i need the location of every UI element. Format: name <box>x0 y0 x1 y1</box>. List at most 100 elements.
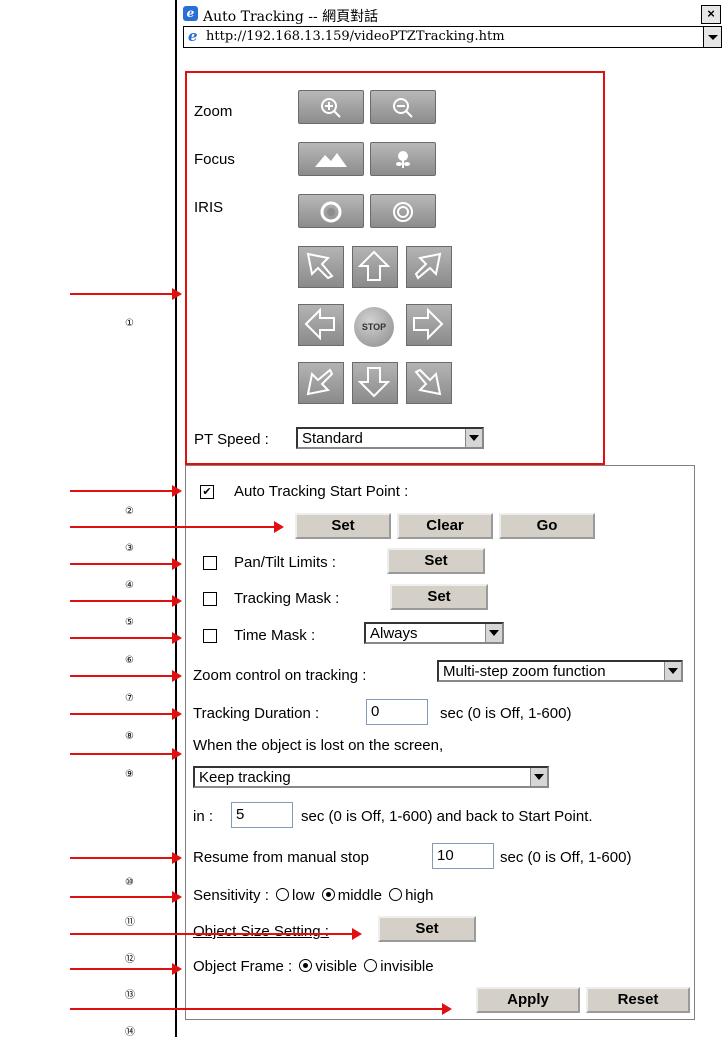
annotation-arrow <box>70 595 182 607</box>
pan-tilt-set-button[interactable]: Set <box>387 548 485 574</box>
tracking-mask-set-button[interactable]: Set <box>390 584 488 610</box>
focus-far-button[interactable] <box>298 142 364 176</box>
apply-button[interactable]: Apply <box>476 987 580 1013</box>
tracking-mask-label: Tracking Mask : <box>234 590 340 607</box>
chevron-down-icon <box>465 429 482 447</box>
address-dropdown-button[interactable] <box>703 27 721 47</box>
annotation-arrow <box>70 852 182 864</box>
iris-close-button[interactable] <box>298 194 364 228</box>
marker: ⑫ <box>125 954 135 965</box>
in-hint: sec (0 is Off, 1-600) and back to Start … <box>301 808 593 825</box>
sensitivity-label: Sensitivity : <box>193 887 269 904</box>
pan-down-right-button[interactable] <box>406 362 452 404</box>
resume-input[interactable]: 10 <box>432 843 494 869</box>
time-mask-value: Always <box>370 625 418 642</box>
close-button[interactable]: × <box>701 5 721 24</box>
chevron-down-icon <box>485 624 502 642</box>
lost-label: When the object is lost on the screen, <box>193 737 444 754</box>
sensitivity-low-radio[interactable] <box>276 888 290 901</box>
arrow-right-icon <box>413 308 444 340</box>
arrow-down-icon <box>358 367 390 398</box>
pt-speed-value: Standard <box>302 430 363 447</box>
pt-speed-select[interactable]: Standard <box>296 427 484 449</box>
frame-visible-radio[interactable] <box>299 959 313 972</box>
pan-left-button[interactable] <box>298 304 344 346</box>
pan-tilt-checkbox[interactable] <box>203 556 217 570</box>
marker: ⑪ <box>125 917 135 928</box>
iris-label: IRIS <box>194 199 224 216</box>
pan-down-button[interactable] <box>352 362 398 404</box>
object-size-set-button[interactable]: Set <box>378 916 476 942</box>
pan-down-left-button[interactable] <box>298 362 344 404</box>
annotation-arrow <box>70 521 284 533</box>
tracking-mask-checkbox[interactable] <box>203 592 217 606</box>
mountain-icon <box>315 153 347 167</box>
frame-invisible-label: invisible <box>380 958 434 975</box>
address-bar[interactable]: e http://192.168.13.159/videoPTZTracking… <box>183 26 722 48</box>
pt-speed-label: PT Speed : <box>194 431 269 448</box>
lost-timeout-input[interactable]: 5 <box>231 802 293 828</box>
flower-icon <box>396 151 410 168</box>
lost-action-select[interactable]: Keep tracking <box>193 766 549 788</box>
object-frame-row: Object Frame : visible invisible <box>193 958 434 975</box>
frame-invisible-radio[interactable] <box>364 959 378 972</box>
iris-open-icon <box>393 202 413 222</box>
marker: ③ <box>125 543 134 554</box>
title-bar: e Auto Tracking -- 網頁對話 × <box>177 4 723 25</box>
arrow-down-right-icon <box>414 368 442 396</box>
annotation-arrow <box>70 288 182 300</box>
chevron-down-icon <box>530 768 547 786</box>
focus-near-button[interactable] <box>370 142 436 176</box>
start-point-clear-button[interactable]: Clear <box>397 513 493 539</box>
frame-visible-label: visible <box>315 958 358 975</box>
zoom-in-button[interactable] <box>298 90 364 124</box>
annotation-arrow <box>70 963 182 975</box>
annotation-arrow <box>70 670 182 682</box>
time-mask-select[interactable]: Always <box>364 622 504 644</box>
sensitivity-middle-label: middle <box>337 887 382 904</box>
duration-label: Tracking Duration : <box>193 705 320 722</box>
pan-right-button[interactable] <box>406 304 452 346</box>
address-url: http://192.168.13.159/videoPTZTracking.h… <box>206 29 505 44</box>
annotation-arrow <box>70 748 182 760</box>
stop-button[interactable]: STOP <box>354 307 394 347</box>
arrow-down-left-icon <box>306 368 334 396</box>
arrow-up-right-icon <box>414 252 442 280</box>
zoom-control-label: Zoom control on tracking : <box>193 667 367 684</box>
marker: ① <box>125 318 134 329</box>
window-title: Auto Tracking -- 網頁對話 <box>203 9 379 25</box>
object-size-label: Object Size Setting : <box>193 923 329 940</box>
sensitivity-high-radio[interactable] <box>389 888 403 901</box>
marker: ⑬ <box>125 990 135 1001</box>
arrow-up-left-icon <box>306 252 334 280</box>
zoom-label: Zoom <box>194 103 233 120</box>
lost-action-value: Keep tracking <box>199 769 291 786</box>
zoom-in-icon <box>321 98 341 118</box>
annotation-arrow <box>70 928 362 940</box>
chevron-down-icon <box>664 662 681 680</box>
arrow-left-icon <box>304 308 335 340</box>
object-frame-label: Object Frame : <box>193 958 293 975</box>
pan-up-button[interactable] <box>352 246 398 288</box>
zoom-out-icon <box>393 98 413 118</box>
duration-input[interactable]: 0 <box>366 699 428 725</box>
pan-up-right-button[interactable] <box>406 246 452 288</box>
sensitivity-middle-radio[interactable] <box>321 888 335 901</box>
annotation-arrow <box>70 891 182 903</box>
start-point-go-button[interactable]: Go <box>499 513 595 539</box>
start-point-set-button[interactable]: Set <box>295 513 391 539</box>
reset-button[interactable]: Reset <box>586 987 690 1013</box>
marker: ⑨ <box>125 769 134 780</box>
start-point-checkbox[interactable]: ✔ <box>200 485 214 499</box>
ie-page-icon: e <box>188 27 198 45</box>
annotation-arrow <box>70 485 182 497</box>
pan-tilt-label: Pan/Tilt Limits : <box>234 554 336 571</box>
iris-open-button[interactable] <box>370 194 436 228</box>
pan-up-left-button[interactable] <box>298 246 344 288</box>
start-point-label: Auto Tracking Start Point : <box>234 483 409 500</box>
zoom-out-button[interactable] <box>370 90 436 124</box>
annotation-arrow <box>70 632 182 644</box>
time-mask-checkbox[interactable] <box>203 629 217 643</box>
iris-close-icon <box>320 201 342 223</box>
zoom-control-select[interactable]: Multi-step zoom function <box>437 660 683 682</box>
